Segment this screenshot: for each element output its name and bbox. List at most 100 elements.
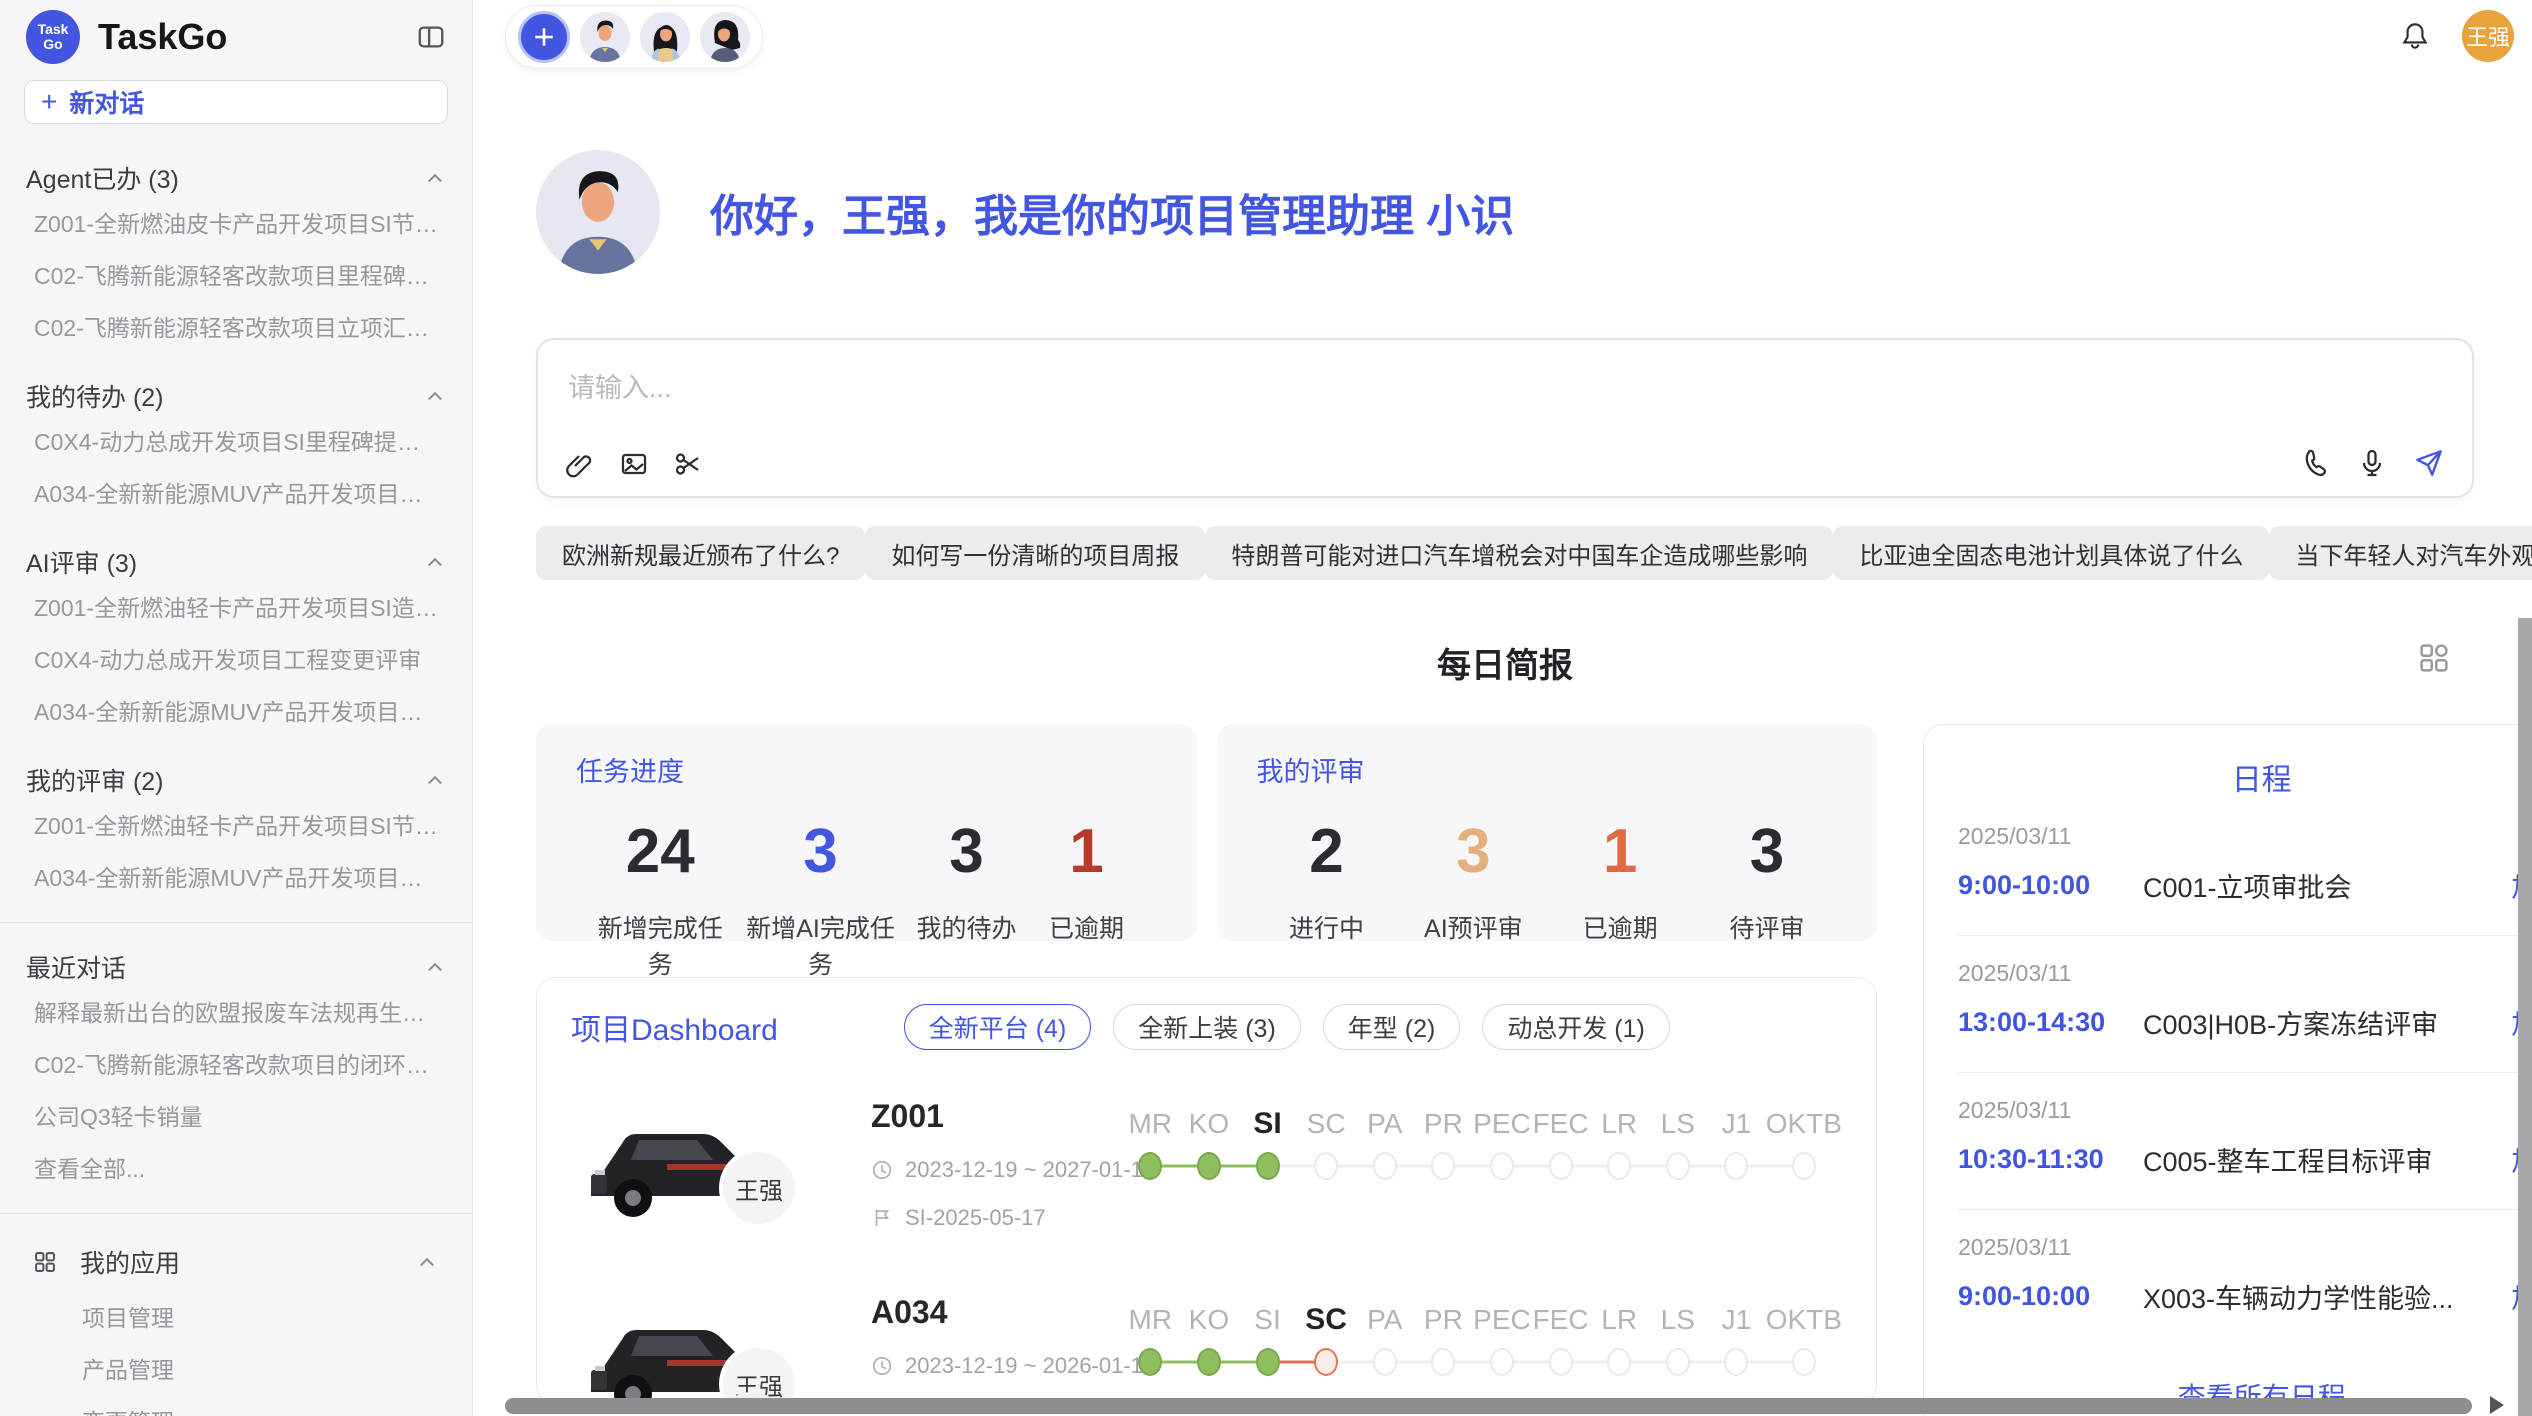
milestone: SI xyxy=(1238,1298,1297,1382)
sidebar-item-my-apps[interactable]: 我的应用 xyxy=(26,1234,446,1290)
chevron-up-icon[interactable] xyxy=(424,769,446,791)
milestone-dot xyxy=(1724,1152,1748,1180)
milestone-dot xyxy=(1607,1348,1631,1376)
sidebar-group-3-header[interactable]: 我的评审 (2) xyxy=(26,762,446,798)
dashboard-filter-chip[interactable]: 全新上装 (3) xyxy=(1113,1004,1301,1050)
project-row[interactable]: 王强 Z001 2023-12-19 ~ 2027-01-19 SI-2025-… xyxy=(571,1096,1842,1246)
sidebar-group-0-header[interactable]: Agent已办 (3) xyxy=(26,160,446,196)
my-apps-subitem[interactable]: 项目管理 xyxy=(26,1290,446,1342)
chat-input-box[interactable]: 请输入... xyxy=(536,338,2474,498)
suggestion-chip[interactable]: 当下年轻人对汽车外观有怎样的喜好趋势 xyxy=(2269,526,2532,580)
stat-value: 3 xyxy=(907,817,1027,887)
stat-cards: 任务进度24新增完成任务3新增AI完成任务3我的待办1已逾期我的评审2进行中3A… xyxy=(536,724,1877,941)
my-apps-subitem[interactable]: 变更管理 xyxy=(26,1394,446,1416)
dashboard-filter-chip[interactable]: 全新平台 (4) xyxy=(904,1004,1092,1050)
sidebar-group-0-item[interactable]: C02-飞腾新能源轻客改款项目里程碑画布 xyxy=(26,248,446,300)
microphone-icon[interactable] xyxy=(2356,447,2388,479)
milestone-dot xyxy=(1666,1348,1690,1376)
schedule-date: 2025/03/11 xyxy=(1958,1097,2532,1124)
milestone: SC xyxy=(1297,1102,1356,1186)
new-chat-button[interactable]: + 新对话 xyxy=(24,80,448,124)
milestone-dot xyxy=(1138,1348,1162,1376)
dashboard-title: 项目Dashboard xyxy=(571,1005,778,1049)
milestone-dot xyxy=(1373,1152,1397,1180)
assistant-greeting-avatar xyxy=(536,150,660,274)
sidebar-group-2-item[interactable]: Z001-全新燃油轻卡产品开发项目SI造型提交物评审 xyxy=(26,580,446,632)
milestone-dot xyxy=(1197,1152,1221,1180)
horizontal-scrollbar[interactable] xyxy=(505,1398,2472,1414)
suggestion-chip[interactable]: 特朗普可能对进口汽车增税会对中国车企造成哪些影响 xyxy=(1205,526,1833,580)
recent-chats-item[interactable]: 解释最新出台的欧盟报废车法规再生塑料比例被调至15%... xyxy=(26,985,446,1037)
milestone-label: MR xyxy=(1121,1102,1180,1146)
vertical-scrollbar[interactable] xyxy=(2518,618,2532,1416)
milestone: KO xyxy=(1180,1298,1239,1382)
stat: 3我的待办 xyxy=(907,817,1027,981)
sidebar-group-3-item[interactable]: Z001-全新燃油轻卡产品开发项目SI节点属性5D文件评审 xyxy=(26,798,446,850)
project-row[interactable]: 王强 A034 2023-12-19 ~ 2026-01-19 SC-2025-… xyxy=(571,1292,1842,1405)
chevron-up-icon[interactable] xyxy=(424,385,446,407)
milestone: PA xyxy=(1355,1102,1414,1186)
sidebar-group-1-item[interactable]: A034-全新新能源MUV产品开发项目计划变更表编写 xyxy=(26,466,446,518)
dashboard-filter-chip[interactable]: 动总开发 (1) xyxy=(1482,1004,1670,1050)
milestone: LR xyxy=(1590,1298,1649,1382)
sidebar-group-2-header[interactable]: AI评审 (3) xyxy=(26,544,446,580)
recent-chats-item[interactable]: 公司Q3轻卡销量 xyxy=(26,1089,446,1141)
scroll-right-arrow[interactable] xyxy=(2490,1396,2504,1414)
suggestion-chip[interactable]: 如何写一份清晰的项目周报 xyxy=(865,526,1205,580)
suggestion-chip[interactable]: 欧洲新规最近颁布了什么? xyxy=(536,526,865,580)
schedule-row: 13:00-14:30C003|H0B-方案冻结评审加入 xyxy=(1958,1003,2532,1042)
collapse-sidebar-icon[interactable] xyxy=(416,22,446,52)
schedule-time: 10:30-11:30 xyxy=(1958,1144,2143,1175)
layout-grid-icon[interactable] xyxy=(2416,640,2452,676)
schedule-name: X003-车辆动力学性能验... xyxy=(2143,1277,2493,1316)
schedule-item: 2025/03/119:00-10:00X003-车辆动力学性能验...加入 xyxy=(1958,1209,2532,1346)
send-icon[interactable] xyxy=(2412,446,2446,480)
sidebar-group-2-label: AI评审 (3) xyxy=(26,544,424,580)
phone-icon[interactable] xyxy=(2300,447,2332,479)
image-icon[interactable] xyxy=(618,448,650,480)
main-content: 你好，王强，我是你的项目管理助理 小识 请输入... xyxy=(536,0,2474,1416)
daily-brief-title: 每日简报 xyxy=(536,638,2474,687)
milestone: LS xyxy=(1648,1102,1707,1186)
schedule-list: 2025/03/119:00-10:00C001-立项审批会加入2025/03/… xyxy=(1958,799,2532,1346)
sidebar-group-1-header[interactable]: 我的待办 (2) xyxy=(26,378,446,414)
stat: 3待评审 xyxy=(1707,817,1827,945)
recent-chats-item[interactable]: C02-飞腾新能源轻客改款项目的闭环通告反馈情况 xyxy=(26,1037,446,1089)
project-list: 王强 Z001 2023-12-19 ~ 2027-01-19 SI-2025-… xyxy=(571,1096,1842,1405)
milestone-dot xyxy=(1792,1152,1816,1180)
milestone-label: PR xyxy=(1414,1102,1473,1146)
chevron-up-icon[interactable] xyxy=(424,956,446,978)
logo-text-1: Task xyxy=(38,22,69,37)
chevron-up-icon[interactable] xyxy=(424,551,446,573)
schedule-item: 2025/03/1110:30-11:30C005-整车工程目标评审加入 xyxy=(1958,1072,2532,1209)
chevron-up-icon[interactable] xyxy=(416,1251,438,1273)
milestone: PR xyxy=(1414,1102,1473,1186)
project-owner-badge: 王强 xyxy=(719,1148,799,1228)
suggestion-chip[interactable]: 比亚迪全固态电池计划具体说了什么 xyxy=(1833,526,2269,580)
milestone-label: OKTB xyxy=(1766,1102,1842,1146)
milestone: FEC xyxy=(1531,1102,1590,1186)
recent-chats-item[interactable]: 查看全部... xyxy=(26,1141,446,1193)
sidebar-group-0-item[interactable]: C02-飞腾新能源轻客改款项目立项汇报方案 xyxy=(26,300,446,352)
logo-text-2: Go xyxy=(43,37,62,52)
input-tools-left xyxy=(564,448,704,480)
sidebar-group-1-item[interactable]: C0X4-动力总成开发项目SI里程碑提交物检查 xyxy=(26,414,446,466)
chevron-up-icon[interactable] xyxy=(424,167,446,189)
milestone-label: PEC xyxy=(1473,1298,1532,1342)
sidebar-group-3-item[interactable]: A034-全新新能源MUV产品开发项目造型可行性评审 xyxy=(26,850,446,902)
stat: 3新增AI完成任务 xyxy=(735,817,907,981)
project-dates: 2023-12-19 ~ 2027-01-19 xyxy=(871,1157,1121,1183)
recent-chats-header[interactable]: 最近对话 xyxy=(26,949,446,985)
my-apps-subitem[interactable]: 产品管理 xyxy=(26,1342,446,1394)
project-meta: A034 2023-12-19 ~ 2026-01-19 SC-2025-05-… xyxy=(871,1292,1121,1405)
sidebar-group-2-item[interactable]: C0X4-动力总成开发项目工程变更评审 xyxy=(26,632,446,684)
sidebar-group-2-item[interactable]: A034-全新新能源MUV产品开发项目法规符合性评审 xyxy=(26,684,446,736)
scissors-icon[interactable] xyxy=(672,448,704,480)
project-image-wrap: 王强 xyxy=(571,1292,871,1405)
sidebar-group-0-label: Agent已办 (3) xyxy=(26,160,424,196)
dashboard-filter-chip[interactable]: 年型 (2) xyxy=(1323,1004,1461,1050)
attachment-icon[interactable] xyxy=(564,448,596,480)
milestone: FEC xyxy=(1531,1298,1590,1382)
sidebar-group-0-item[interactable]: Z001-全新燃油皮卡产品开发项目SI节点Lesson Learn报告 xyxy=(26,196,446,248)
milestone-dot xyxy=(1138,1152,1162,1180)
